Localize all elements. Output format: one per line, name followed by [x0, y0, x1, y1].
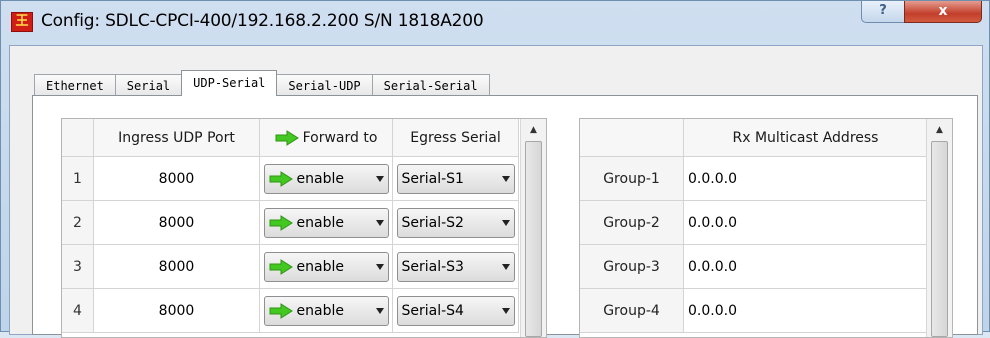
- scroll-up-icon[interactable]: ▲: [521, 119, 546, 141]
- group-label: Group-4: [580, 289, 684, 332]
- forward-value: enable: [296, 170, 344, 187]
- row-index: 3: [62, 245, 94, 288]
- table-row: 3 8000 enable Serial-S3: [62, 245, 519, 289]
- green-right-arrow-icon: [269, 214, 293, 231]
- forward-dropdown[interactable]: enable: [263, 163, 389, 194]
- tab-bar: Ethernet Serial UDP-Serial Serial-UDP Serial…: [34, 70, 490, 96]
- group-label: Group-1: [580, 157, 684, 200]
- table-row: Group-2 0.0.0.0: [580, 201, 928, 245]
- green-right-arrow-icon: [269, 258, 293, 275]
- egress-cell: Serial-S1: [393, 157, 519, 200]
- header-forward-label: Forward to: [302, 129, 378, 146]
- row-index: 4: [62, 289, 94, 332]
- chevron-down-icon: [375, 307, 384, 314]
- egress-serial-dropdown[interactable]: Serial-S3: [396, 251, 515, 282]
- vertical-scrollbar-left[interactable]: ▲: [520, 119, 546, 337]
- tab-serial-serial[interactable]: Serial-Serial: [371, 74, 490, 96]
- client-area: Ethernet Serial UDP-Serial Serial-UDP Serial…: [9, 45, 983, 338]
- tab-serial-udp[interactable]: Serial-UDP: [276, 74, 373, 96]
- scroll-thumb[interactable]: [525, 141, 542, 337]
- app-logo-icon: 王: [11, 12, 33, 32]
- ingress-udp-port-cell[interactable]: 8000: [94, 289, 260, 332]
- green-right-arrow-icon: [269, 302, 293, 319]
- header-egress-serial: Egress Serial: [393, 119, 519, 156]
- tab-ethernet[interactable]: Ethernet: [34, 74, 116, 96]
- close-button[interactable]: x: [904, 1, 982, 23]
- multicast-address-cell[interactable]: 0.0.0.0: [684, 201, 928, 244]
- chevron-down-icon: [375, 263, 384, 270]
- egress-serial-dropdown[interactable]: Serial-S1: [396, 163, 515, 194]
- tab-serial[interactable]: Serial: [114, 74, 183, 96]
- udp-serial-table: Ingress UDP Port Forward to Egress Seria…: [61, 118, 547, 338]
- vertical-scrollbar-right[interactable]: ▲: [926, 119, 952, 337]
- window-title: Config: SDLC-CPCI-400/192.168.2.200 S/N …: [41, 11, 484, 31]
- table-header-row: Ingress UDP Port Forward to Egress Seria…: [62, 119, 519, 157]
- egress-value: Serial-S4: [401, 302, 464, 319]
- green-right-arrow-icon: [269, 170, 293, 187]
- forward-cell: enable: [260, 289, 393, 332]
- multicast-table: Rx Multicast Address Group-1 0.0.0.0 Group…: [579, 118, 953, 338]
- table-row: 2 8000 enable Serial-S2: [62, 201, 519, 245]
- forward-cell: enable: [260, 157, 393, 200]
- ingress-udp-port-cell[interactable]: 8000: [94, 201, 260, 244]
- chevron-down-icon: [375, 175, 384, 182]
- row-index: 2: [62, 201, 94, 244]
- header-group: [580, 119, 684, 156]
- header-forward-to: Forward to: [260, 119, 393, 156]
- table-row: Group-4 0.0.0.0: [580, 289, 928, 333]
- egress-value: Serial-S2: [401, 214, 464, 231]
- multicast-address-cell[interactable]: 0.0.0.0: [684, 157, 928, 200]
- tab-panel-udp-serial: Ingress UDP Port Forward to Egress Seria…: [32, 95, 978, 338]
- group-label: Group-3: [580, 245, 684, 288]
- forward-value: enable: [296, 302, 344, 319]
- egress-cell: Serial-S4: [393, 289, 519, 332]
- row-index: 1: [62, 157, 94, 200]
- egress-value: Serial-S3: [401, 258, 464, 275]
- group-label: Group-2: [580, 201, 684, 244]
- help-button[interactable]: ?: [861, 1, 905, 23]
- forward-cell: enable: [260, 201, 393, 244]
- multicast-address-cell[interactable]: 0.0.0.0: [684, 289, 928, 332]
- egress-cell: Serial-S3: [393, 245, 519, 288]
- forward-value: enable: [296, 258, 344, 275]
- ingress-udp-port-cell[interactable]: 8000: [94, 157, 260, 200]
- scroll-up-icon[interactable]: ▲: [927, 119, 952, 141]
- chevron-down-icon: [501, 175, 510, 182]
- egress-value: Serial-S1: [401, 170, 464, 187]
- scroll-thumb[interactable]: [931, 141, 948, 337]
- title-bar[interactable]: 王 Config: SDLC-CPCI-400/192.168.2.200 S/…: [1, 1, 989, 45]
- forward-dropdown[interactable]: enable: [263, 295, 389, 326]
- tab-udp-serial[interactable]: UDP-Serial: [181, 70, 278, 96]
- forward-dropdown[interactable]: enable: [263, 251, 389, 282]
- multicast-address-cell[interactable]: 0.0.0.0: [684, 245, 928, 288]
- config-window: 王 Config: SDLC-CPCI-400/192.168.2.200 S/…: [0, 0, 990, 338]
- egress-serial-dropdown[interactable]: Serial-S4: [396, 295, 515, 326]
- header-index: [62, 119, 94, 156]
- egress-serial-dropdown[interactable]: Serial-S2: [396, 207, 515, 238]
- table-row: 1 8000 enable Serial-S1: [62, 157, 519, 201]
- green-right-arrow-icon: [275, 129, 299, 146]
- table-row: Group-3 0.0.0.0: [580, 245, 928, 289]
- table-row: Group-1 0.0.0.0: [580, 157, 928, 201]
- forward-value: enable: [296, 214, 344, 231]
- chevron-down-icon: [501, 307, 510, 314]
- table-header-row: Rx Multicast Address: [580, 119, 928, 157]
- header-ingress-udp-port: Ingress UDP Port: [94, 119, 260, 156]
- chevron-down-icon: [501, 263, 510, 270]
- header-rx-multicast-address: Rx Multicast Address: [684, 119, 928, 156]
- ingress-udp-port-cell[interactable]: 8000: [94, 245, 260, 288]
- forward-cell: enable: [260, 245, 393, 288]
- chevron-down-icon: [375, 219, 384, 226]
- chevron-down-icon: [501, 219, 510, 226]
- forward-dropdown[interactable]: enable: [263, 207, 389, 238]
- table-row: 4 8000 enable Serial-S4: [62, 289, 519, 333]
- egress-cell: Serial-S2: [393, 201, 519, 244]
